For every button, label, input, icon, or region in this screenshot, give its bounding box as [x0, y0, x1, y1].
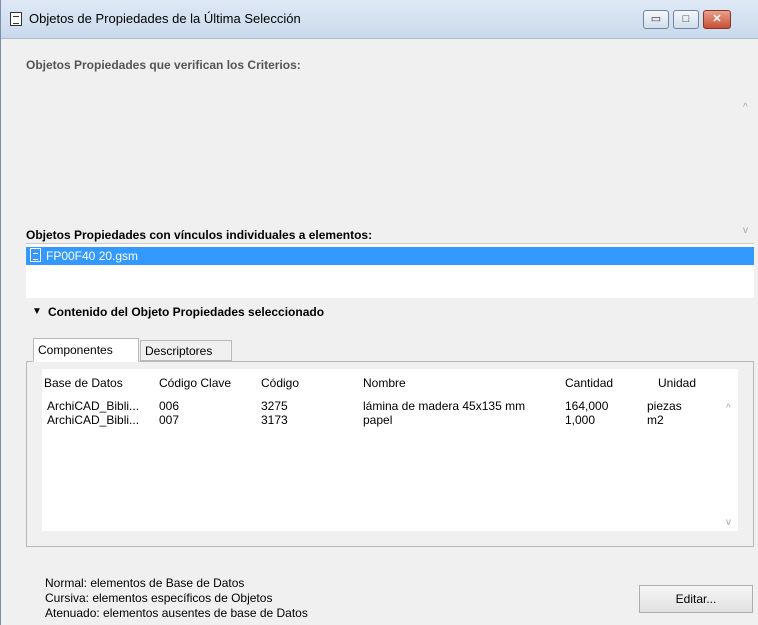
- legend-italic: Cursiva: elementos específicos de Objeto…: [45, 591, 273, 605]
- column-header-nombre[interactable]: Nombre: [363, 376, 406, 390]
- column-header-base-datos[interactable]: Base de Datos: [44, 376, 123, 390]
- scroll-down-icon[interactable]: v: [743, 225, 748, 236]
- linked-objects-list[interactable]: FP00F40 20.gsm: [26, 243, 754, 298]
- scroll-up-icon[interactable]: ^: [743, 102, 748, 113]
- dialog-window: Objetos de Propiedades de la Última Sele…: [0, 0, 758, 625]
- contents-heading: Contenido del Objeto Propiedades selecci…: [48, 305, 325, 319]
- title-bar[interactable]: Objetos de Propiedades de la Última Sele…: [1, 0, 758, 39]
- table-cell[interactable]: 3173: [261, 413, 288, 427]
- column-header-codigo[interactable]: Código: [261, 376, 299, 390]
- table-cell[interactable]: 006: [159, 399, 179, 413]
- table-cell[interactable]: ArchiCAD_Bibli...: [47, 413, 139, 427]
- criteria-heading: Objetos Propiedades que verifican los Cr…: [26, 58, 301, 72]
- table-cell[interactable]: ArchiCAD_Bibli...: [47, 399, 139, 413]
- legend-faded: Atenuado: elementos ausentes de base de …: [45, 606, 308, 620]
- table-cell[interactable]: papel: [363, 413, 392, 427]
- table-scroll-down-icon[interactable]: v: [726, 517, 731, 528]
- components-table: ArchiCAD_Bibli... 006 3275 lámina de mad…: [42, 396, 738, 530]
- minimize-button[interactable]: ▭: [643, 10, 669, 29]
- window-icon: [10, 12, 22, 26]
- table-cell[interactable]: m2: [647, 413, 664, 427]
- collapse-triangle-icon[interactable]: ▼: [32, 306, 42, 317]
- close-button[interactable]: ✕: [703, 10, 731, 29]
- contents-section-header[interactable]: ▼ Contenido del Objeto Propiedades selec…: [26, 300, 754, 324]
- file-icon: [30, 248, 41, 262]
- table-cell[interactable]: 007: [159, 413, 179, 427]
- column-header-codigo-clave[interactable]: Código Clave: [159, 376, 231, 390]
- table-cell[interactable]: 3275: [261, 399, 288, 413]
- selected-item-label: FP00F40 20.gsm: [46, 249, 139, 263]
- column-header-unidad[interactable]: Unidad: [658, 376, 696, 390]
- table-cell[interactable]: lámina de madera 45x135 mm: [363, 399, 525, 413]
- table-scroll-up-icon[interactable]: ^: [726, 403, 731, 414]
- maximize-button[interactable]: □: [673, 10, 699, 29]
- column-header-cantidad[interactable]: Cantidad: [565, 376, 613, 390]
- list-item-selected[interactable]: FP00F40 20.gsm: [26, 247, 754, 265]
- table-cell[interactable]: 1,000: [565, 413, 595, 427]
- table-cell[interactable]: piezas: [647, 399, 682, 413]
- tab-descriptores[interactable]: Descriptores: [140, 340, 232, 361]
- window-title: Objetos de Propiedades de la Última Sele…: [29, 11, 301, 26]
- linked-heading: Objetos Propiedades con vínculos individ…: [26, 228, 373, 242]
- table-cell[interactable]: 164,000: [565, 399, 608, 413]
- legend-normal: Normal: elementos de Base de Datos: [45, 576, 245, 590]
- tab-componentes[interactable]: Componentes: [33, 338, 139, 362]
- edit-button[interactable]: Editar...: [639, 585, 753, 613]
